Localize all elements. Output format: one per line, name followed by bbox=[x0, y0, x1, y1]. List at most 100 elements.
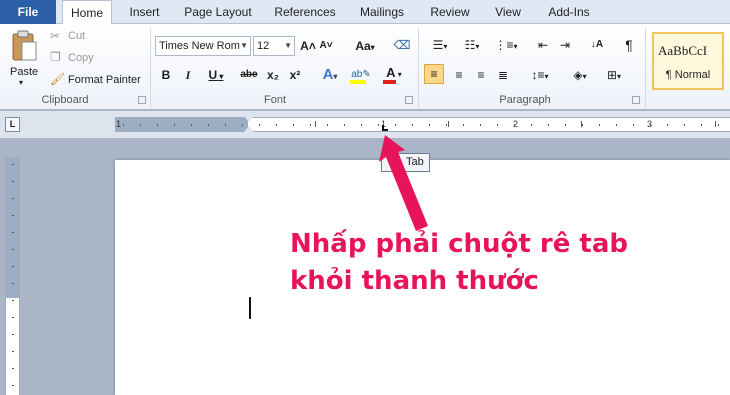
ruler-tick bbox=[633, 124, 634, 126]
strikethrough-button[interactable]: abe bbox=[238, 66, 260, 84]
tab-insert[interactable]: Insert bbox=[122, 0, 167, 24]
change-case-button[interactable]: Aa▾ bbox=[352, 37, 378, 55]
numbering-icon[interactable]: ☷▾ bbox=[458, 36, 486, 54]
align-left-icon[interactable]: ≡ bbox=[424, 64, 444, 84]
ruler-tick bbox=[12, 181, 14, 182]
ruler-tick bbox=[12, 198, 14, 199]
tab-page-layout[interactable]: Page Layout bbox=[180, 0, 256, 24]
font-size-value: 12 bbox=[257, 40, 270, 52]
clear-formatting-icon[interactable]: ⌫ bbox=[392, 36, 412, 54]
tab-references[interactable]: References bbox=[268, 0, 342, 24]
ruler-tick bbox=[12, 266, 14, 267]
font-group-label: Font bbox=[263, 94, 286, 106]
show-formatting-button[interactable]: ¶ bbox=[620, 36, 638, 54]
ruler-tick bbox=[12, 283, 14, 284]
tab-add-ins[interactable]: Add-Ins bbox=[541, 0, 597, 24]
ruler-tick bbox=[12, 164, 14, 165]
tab-tooltip: Tab bbox=[381, 153, 430, 172]
font-name-combo[interactable]: Times New Rom ▼ bbox=[155, 36, 251, 56]
tab-review[interactable]: Review bbox=[425, 0, 475, 24]
chevron-down-icon: ▾ bbox=[395, 70, 402, 79]
ruler-tick bbox=[531, 124, 532, 126]
increase-indent-icon[interactable]: ⇥ bbox=[556, 36, 574, 54]
first-line-indent-marker[interactable] bbox=[244, 116, 254, 122]
shrink-font-button[interactable]: A˅ bbox=[318, 37, 334, 55]
group-separator bbox=[418, 28, 419, 108]
bullets-icon[interactable]: ☰▾ bbox=[426, 36, 454, 54]
paragraph-group-label: Paragraph bbox=[499, 94, 551, 106]
annotation-line-2: khỏi thanh thước bbox=[290, 266, 539, 296]
underline-button[interactable]: U ▾ bbox=[204, 66, 228, 84]
ruler-tick bbox=[650, 124, 651, 126]
ruler-tick bbox=[293, 124, 294, 126]
annotation-text: Nhấp phải chuột rê tab khỏi thanh thước bbox=[290, 226, 628, 300]
align-right-icon[interactable]: ≡ bbox=[472, 66, 490, 84]
text-effects-icon[interactable]: A▾ bbox=[318, 66, 342, 84]
font-color-button[interactable]: A ▾ bbox=[380, 64, 408, 84]
borders-icon[interactable]: ⊞▾ bbox=[600, 66, 628, 84]
font-name-value: Times New Rom bbox=[159, 40, 240, 52]
align-center-icon[interactable]: ≡ bbox=[450, 66, 468, 84]
ruler-tick bbox=[565, 124, 566, 126]
decrease-indent-icon[interactable]: ⇤ bbox=[534, 36, 552, 54]
grow-font-button[interactable]: A˄ bbox=[300, 37, 316, 55]
tab-home[interactable]: Home bbox=[62, 0, 112, 25]
copy-button[interactable]: ❐ Copy bbox=[50, 50, 100, 66]
ribbon: Paste ▾ ✂ Cut ❐ Copy 🖌 Format Painter Cl… bbox=[0, 24, 730, 110]
horizontal-ruler[interactable]: 1 1 2 3 bbox=[115, 116, 730, 132]
ruler-tick bbox=[225, 124, 226, 126]
ruler-tick bbox=[412, 124, 413, 126]
ruler-tick bbox=[310, 124, 311, 126]
ruler-tick bbox=[599, 124, 600, 126]
ruler-tick bbox=[582, 124, 583, 126]
font-color-icon: A bbox=[386, 65, 396, 80]
sort-icon[interactable]: ↓A bbox=[588, 36, 606, 54]
chevron-down-icon: ▼ bbox=[284, 41, 292, 50]
format-painter-button[interactable]: 🖌 Format Painter bbox=[50, 72, 146, 88]
style-normal-tile[interactable]: AaBbCcI ¶ Normal bbox=[652, 32, 724, 90]
clipboard-group-label: Clipboard bbox=[41, 94, 89, 106]
ruler-tick bbox=[12, 317, 14, 318]
ruler-tick bbox=[12, 351, 14, 352]
tab-selector-button[interactable]: L bbox=[5, 117, 20, 132]
paste-button[interactable]: Paste ▾ bbox=[6, 28, 42, 88]
ruler-tick bbox=[429, 124, 430, 126]
tab-mailings[interactable]: Mailings bbox=[352, 0, 412, 24]
ruler-tick bbox=[715, 121, 716, 127]
format-painter-label: Format Painter bbox=[68, 74, 141, 86]
line-spacing-icon[interactable]: ↕≡▾ bbox=[526, 66, 554, 84]
tab-view[interactable]: View bbox=[487, 0, 529, 24]
shading-icon[interactable]: ◈▾ bbox=[566, 66, 594, 84]
ruler-tick bbox=[446, 124, 447, 126]
vertical-ruler[interactable] bbox=[5, 158, 20, 395]
chevron-down-icon: ▾ bbox=[370, 43, 375, 52]
italic-button[interactable]: I bbox=[180, 66, 196, 84]
cut-label: Cut bbox=[68, 30, 86, 42]
font-dialog-launcher[interactable] bbox=[405, 96, 413, 104]
hanging-indent-marker[interactable] bbox=[244, 126, 254, 132]
cut-button[interactable]: ✂ Cut bbox=[50, 28, 100, 44]
tab-file[interactable]: File bbox=[0, 0, 56, 24]
ruler-tick bbox=[463, 124, 464, 126]
tooltip-text: Tab bbox=[406, 156, 424, 168]
paintbrush-icon: 🖌 bbox=[50, 72, 66, 86]
font-size-combo[interactable]: 12 ▼ bbox=[253, 36, 295, 56]
highlight-color-button[interactable]: ab✎ bbox=[348, 64, 374, 84]
justify-icon[interactable]: ≣ bbox=[494, 66, 512, 84]
chevron-down-icon: ▼ bbox=[240, 41, 248, 50]
ruler-tick bbox=[616, 124, 617, 126]
highlight-swatch bbox=[350, 80, 366, 84]
group-separator bbox=[645, 28, 646, 108]
paragraph-dialog-launcher[interactable] bbox=[632, 96, 640, 104]
ruler-tick bbox=[208, 124, 209, 126]
clipboard-icon bbox=[12, 30, 37, 61]
subscript-button[interactable]: x₂ bbox=[264, 66, 282, 84]
multilevel-list-icon[interactable]: ⋮≡▾ bbox=[492, 36, 520, 54]
ruler-tick bbox=[684, 124, 685, 126]
left-tab-stop-marker[interactable] bbox=[382, 125, 388, 131]
ruler-tick bbox=[174, 124, 175, 126]
bold-button[interactable]: B bbox=[158, 66, 174, 84]
ruler-tick bbox=[395, 124, 396, 126]
superscript-button[interactable]: x² bbox=[286, 66, 304, 84]
clipboard-dialog-launcher[interactable] bbox=[138, 96, 146, 104]
